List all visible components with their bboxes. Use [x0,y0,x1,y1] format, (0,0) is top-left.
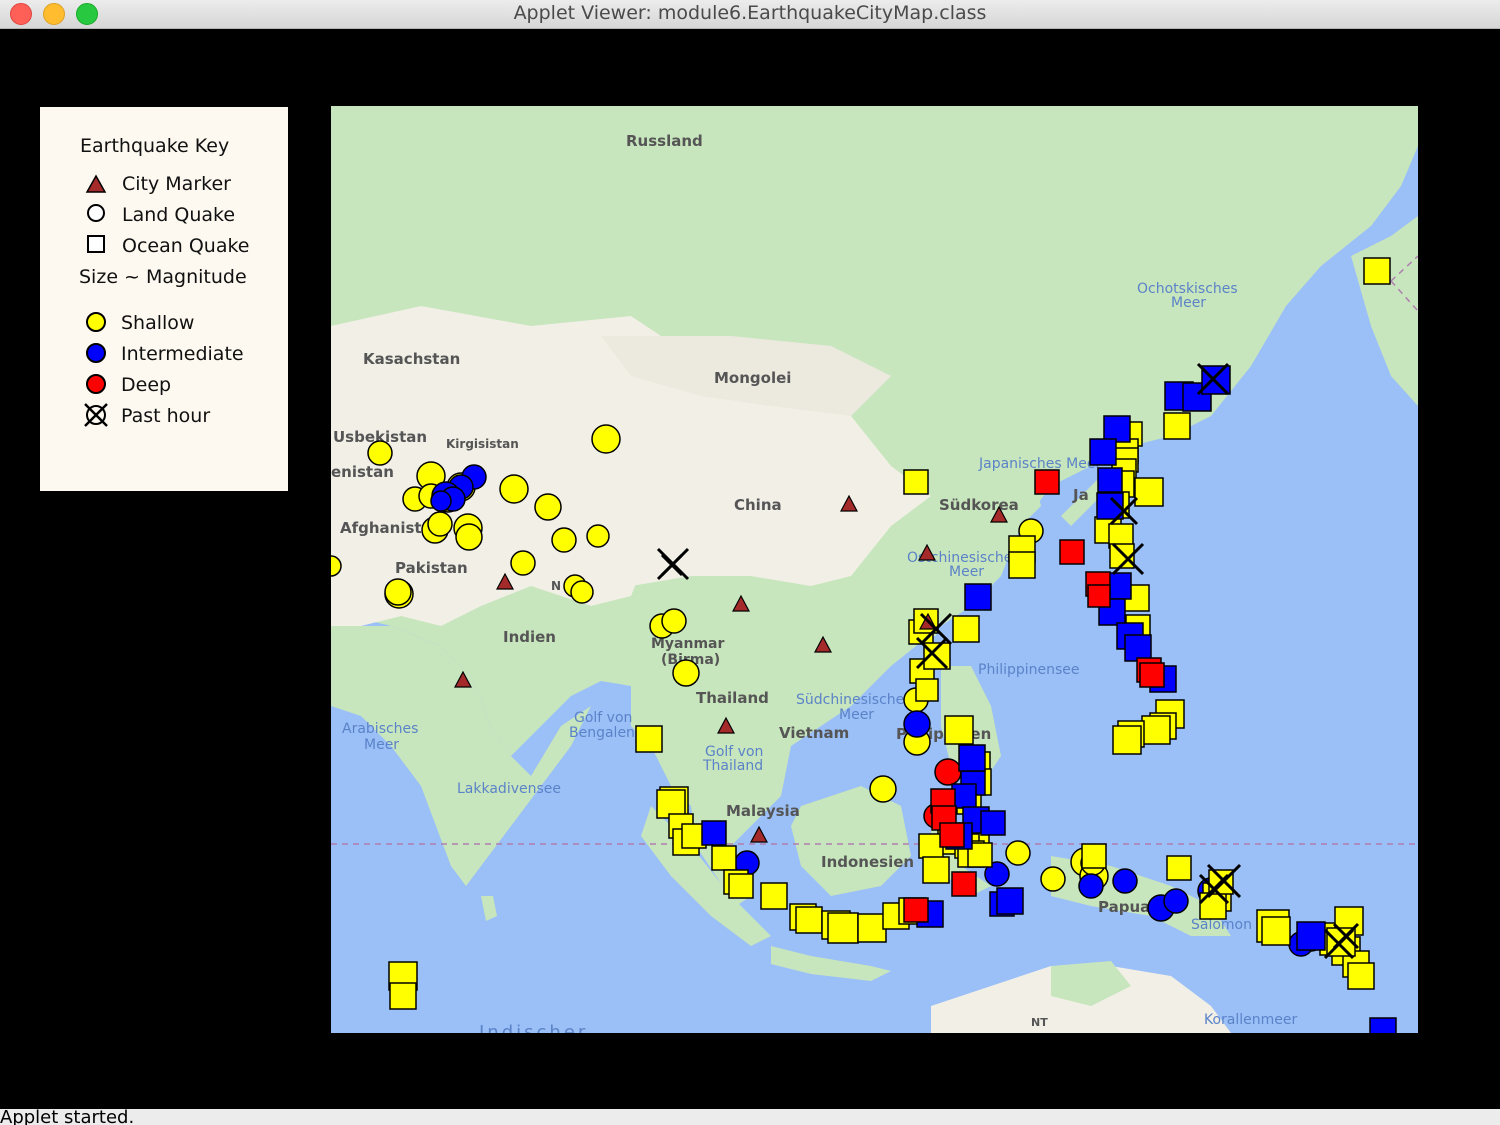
ocean-quake-marker [996,887,1024,915]
land-quake-marker [586,524,610,548]
legend-item-deep: Deep [121,374,172,396]
land-quake-marker [367,440,393,466]
land-quake-marker [534,493,562,521]
land-quake-marker [455,523,483,551]
ocean-quake-marker [1363,257,1391,285]
ocean-quake-marker [1059,539,1085,565]
land-quake-marker [869,775,897,803]
city-marker [496,572,514,590]
land-quake-marker [570,580,594,604]
city-marker [840,494,858,512]
past-hour-icon [84,403,108,427]
legend-item-past-hour: Past hour [121,405,211,427]
ocean-quake-marker [1369,1017,1397,1033]
city-marker [732,594,750,612]
ocean-quake-marker [635,725,663,753]
ocean-quake-marker [1141,715,1171,745]
land-quake-marker [551,527,577,553]
city-marker [918,543,936,561]
city-marker [814,635,832,653]
ocean-quake-marker [1139,662,1165,688]
land-quake-marker [1005,840,1031,866]
ocean-quake-marker [1097,467,1123,493]
legend-item-intermediate: Intermediate [121,343,244,365]
shallow-swatch-icon [86,312,106,332]
land-quake-marker [934,758,962,786]
legend-item-shallow: Shallow [121,312,195,334]
ocean-quake-marker [1296,921,1326,951]
ocean-quake-marker [903,897,929,923]
land-quake-marker [510,550,536,576]
ocean-quake-marker [1087,584,1111,608]
ocean-quake-marker [964,583,992,611]
land-quake-marker [1163,888,1189,914]
ocean-quake-marker [1034,469,1060,495]
ocean-quake-marker [795,906,823,934]
ocean-quake-marker [1166,855,1192,881]
intermediate-swatch-icon [86,343,106,363]
ocean-quake-marker [915,678,939,702]
land-quake-marker [591,424,621,454]
ocean-quake-marker [958,744,986,772]
ocean-quake-marker [760,882,788,910]
ocean-quake-marker [1163,412,1191,440]
earthquake-map[interactable]: Russland Kasachstan Mongolei Usbekistan … [331,106,1418,1033]
land-quake-marker [430,490,452,512]
ocean-quake-marker [903,469,929,495]
status-text: Applet started. [0,1109,135,1125]
land-quake-marker [903,710,931,738]
legend-item-land-quake: Land Quake [122,204,236,226]
land-quake-marker [384,578,412,606]
ocean-quake-marker [701,820,727,846]
window-title: Applet Viewer: module6.EarthquakeCityMap… [513,2,987,24]
title-bar[interactable]: Applet Viewer: module6.EarthquakeCityMap… [0,0,1500,29]
past-hour-marker [660,553,684,577]
ocean-quake-marker [711,845,737,871]
ocean-quake-marker [1081,843,1107,869]
ocean-quake-marker [1124,634,1152,662]
city-marker [750,825,768,843]
ocean-quake-marker [944,715,974,745]
legend-item-city-marker: City Marker [122,173,231,195]
ocean-quake-marker [728,873,754,899]
ocean-quake-marker [922,856,950,884]
legend-title: Earthquake Key [80,135,230,157]
city-marker [990,505,1008,523]
land-quake-marker [331,555,342,577]
earthquake-markers [331,257,1397,1033]
deep-swatch-icon [86,374,106,394]
ocean-quake-marker [1134,477,1164,507]
ocean-quake-marker [1112,725,1142,755]
land-quake-marker [661,608,687,634]
ocean-quake-marker [1089,438,1117,466]
ocean-quake-marker [827,912,859,944]
ocean-quake-marker [952,615,980,643]
earthquake-key-legend: Earthquake Key City Marker Land Quake Oc… [40,107,288,491]
city-marker-icon [85,174,107,193]
land-quake-marker [427,511,453,537]
land-quake-marker [1040,866,1066,892]
ocean-quake-marker [951,871,977,897]
ocean-quake-marker [389,982,417,1010]
ocean-quake-marker [857,913,887,943]
land-quake-marker [1078,873,1104,899]
ocean-quake-icon [87,235,105,253]
status-bar: Applet started. [0,1109,1500,1125]
legend-item-ocean-quake: Ocean Quake [122,235,250,257]
land-quake-marker [672,659,700,687]
legend-size-label: Size ~ Magnitude [79,266,247,288]
land-quake-icon [87,204,105,222]
ocean-quake-marker [939,822,965,848]
land-quake-marker [1112,868,1138,894]
ocean-quake-marker [1261,916,1291,946]
ocean-quake-marker [980,810,1006,836]
ocean-quake-marker [1008,551,1036,579]
ocean-quake-marker [1103,415,1131,443]
ocean-quake-marker [1347,962,1375,990]
city-marker [454,670,472,688]
land-quake-marker [499,474,529,504]
city-marker [717,716,735,734]
